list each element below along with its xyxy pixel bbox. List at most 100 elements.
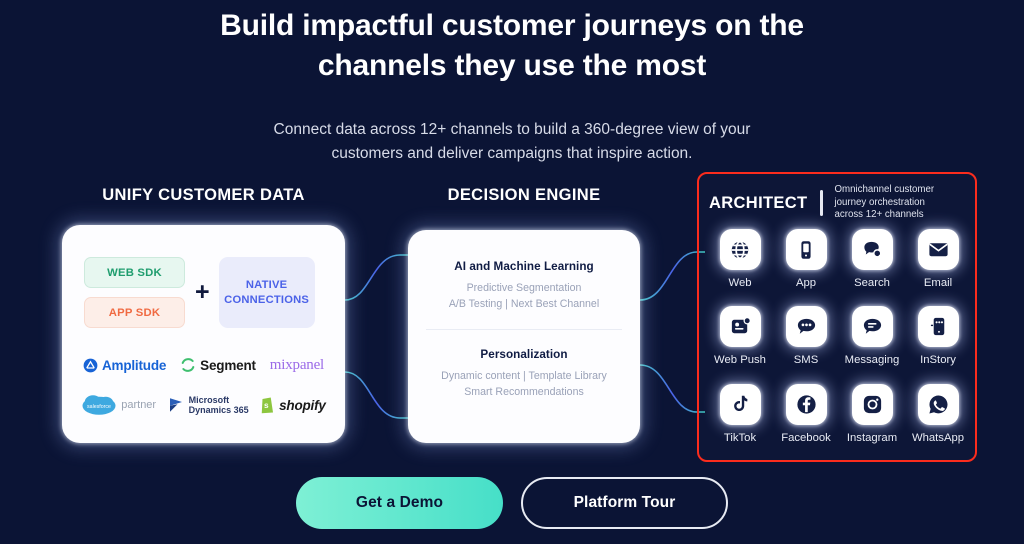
salesforce-partner-logo: salesforce partner	[81, 393, 156, 417]
shopify-bag-icon: s	[261, 397, 274, 414]
microsoft-dynamics-365-logo: Microsoft Dynamics 365	[167, 395, 249, 415]
architect-subtitle-line-1: Omnichannel customer	[834, 184, 935, 196]
decision-engine-card: AI and Machine Learning Predictive Segme…	[408, 230, 640, 443]
shopify-logo: s shopify	[259, 396, 326, 414]
native-line-2: CONNECTIONS	[224, 293, 310, 306]
channel-sms[interactable]: SMS	[773, 301, 839, 378]
architect-subtitle-line-3: across 12+ channels	[834, 209, 924, 221]
channel-web-push[interactable]: Web Push	[707, 301, 773, 378]
personalization-heading: Personalization	[480, 348, 568, 361]
sdk-row: WEB SDK APP SDK + NATIVE CONNECTIONS	[84, 257, 324, 328]
headline-line-2: channels they use the most	[317, 49, 707, 82]
column-title-decision: DECISION ENGINE	[447, 186, 601, 204]
channel-label: TikTok	[723, 431, 757, 444]
mobile-phone-icon	[785, 229, 827, 270]
amplitude-mark-icon	[83, 358, 98, 372]
hero-section: Build impactful customer journeys on the…	[0, 0, 1024, 544]
partner-logos: Amplitude Segment mixpanel salesforce pa…	[76, 345, 331, 425]
plus-sign: +	[195, 278, 210, 306]
channel-facebook[interactable]: Facebook	[773, 379, 839, 456]
channel-app[interactable]: App	[773, 224, 839, 301]
column-title-unify: UNIFY CUSTOMER DATA	[102, 186, 305, 204]
native-connections-badge: NATIVE CONNECTIONS	[218, 257, 315, 328]
channel-grid: Web App Search Email Web Push SMS Messag…	[707, 224, 971, 456]
instagram-icon	[851, 383, 893, 425]
channel-label: WhatsApp	[911, 431, 965, 444]
architect-title: ARCHITECT	[709, 193, 808, 212]
amplitude-logo: Amplitude	[83, 358, 166, 373]
channel-tiktok[interactable]: TikTok	[707, 379, 773, 456]
shopify-logo-text: shopify	[279, 397, 326, 413]
sdk-badges: WEB SDK APP SDK	[84, 257, 185, 328]
segment-mark-icon	[181, 358, 195, 372]
card-divider	[426, 329, 622, 330]
channel-label: App	[795, 277, 817, 289]
facebook-icon	[785, 383, 827, 425]
channel-label: Web Push	[714, 354, 766, 367]
channel-label: Instagram	[846, 431, 898, 444]
ai-ml-line-1: Predictive Segmentation	[466, 282, 582, 294]
instory-icon	[917, 306, 959, 348]
personalization-line-1: Dynamic content | Template Library	[441, 370, 607, 382]
channel-label: Messaging	[844, 354, 900, 367]
get-a-demo-button[interactable]: Get a Demo	[296, 477, 503, 529]
channel-instagram[interactable]: Instagram	[839, 379, 905, 456]
subheadline-line-1: Connect data across 12+ channels to buil…	[273, 121, 751, 138]
channel-label: Web	[728, 277, 752, 289]
unify-customer-data-card: WEB SDK APP SDK + NATIVE CONNECTIONS Amp…	[62, 225, 345, 443]
globe-icon	[719, 229, 761, 270]
dynamics-text-line-1: Microsoft	[188, 395, 230, 405]
cta-row: Get a Demo Platform Tour	[0, 477, 1024, 529]
segment-logo-text: Segment	[200, 357, 256, 373]
channel-label: Search	[854, 277, 890, 289]
channel-email[interactable]: Email	[905, 224, 971, 301]
channel-label: InStory	[920, 354, 956, 367]
architect-header: ARCHITECT Omnichannel customer journey o…	[709, 180, 969, 226]
dynamics-text-block: Microsoft Dynamics 365	[189, 395, 249, 415]
headline-line-1: Build impactful customer journeys on the	[220, 9, 804, 42]
subheadline-line-2: customers and deliver campaigns that ins…	[331, 145, 693, 162]
envelope-icon	[917, 229, 959, 270]
architect-divider	[820, 190, 824, 216]
channel-search[interactable]: Search	[839, 224, 905, 301]
channel-web[interactable]: Web	[707, 224, 773, 301]
page-headline: Build impactful customer journeys on the…	[0, 6, 1024, 86]
svg-text:salesforce: salesforce	[87, 404, 111, 410]
whatsapp-icon	[917, 383, 959, 425]
decision-engine-content: AI and Machine Learning Predictive Segme…	[420, 260, 628, 400]
mixpanel-logo: mixpanel	[270, 357, 324, 374]
channel-messaging[interactable]: Messaging	[839, 301, 905, 378]
personalization-block: Personalization Dynamic content | Templa…	[420, 348, 628, 400]
channel-label: Email	[923, 277, 953, 289]
page-subheadline: Connect data across 12+ channels to buil…	[0, 118, 1024, 166]
architect-subtitle-line-2: journey orchestration	[834, 196, 925, 208]
partner-logos-row-2: salesforce partner Microsoft Dynamics 36…	[76, 385, 331, 425]
channel-label: Facebook	[781, 431, 831, 444]
app-sdk-badge: APP SDK	[84, 297, 185, 328]
architect-subtitle: Omnichannel customer journey orchestrati…	[834, 184, 954, 222]
amplitude-logo-text: Amplitude	[101, 357, 167, 373]
tiktok-icon	[719, 383, 761, 425]
native-line-1: NATIVE	[245, 278, 288, 291]
svg-text:s: s	[264, 401, 269, 410]
ai-ml-detail: Predictive Segmentation A/B Testing | Ne…	[420, 281, 628, 312]
web-push-icon	[719, 306, 761, 348]
messaging-bubble-icon	[851, 306, 893, 348]
web-sdk-badge: WEB SDK	[84, 257, 185, 288]
channel-instory[interactable]: InStory	[905, 301, 971, 378]
search-bubble-icon	[851, 229, 893, 270]
ai-ml-heading: AI and Machine Learning	[454, 260, 594, 273]
dynamics-mark-icon	[169, 398, 182, 412]
channel-whatsapp[interactable]: WhatsApp	[905, 379, 971, 456]
personalization-detail: Dynamic content | Template Library Smart…	[420, 369, 628, 400]
segment-logo: Segment	[180, 357, 256, 373]
architect-panel: ARCHITECT Omnichannel customer journey o…	[697, 172, 977, 462]
channel-label: SMS	[793, 354, 819, 367]
ai-ml-line-2: A/B Testing | Next Best Channel	[448, 297, 600, 310]
salesforce-cloud-icon: salesforce	[82, 395, 116, 415]
sms-bubble-icon	[785, 306, 827, 348]
platform-tour-button[interactable]: Platform Tour	[521, 477, 728, 529]
partner-logos-row-1: Amplitude Segment mixpanel	[76, 345, 331, 385]
salesforce-partner-text: partner	[121, 399, 157, 411]
dynamics-text-line-2: Dynamics 365	[188, 405, 249, 415]
